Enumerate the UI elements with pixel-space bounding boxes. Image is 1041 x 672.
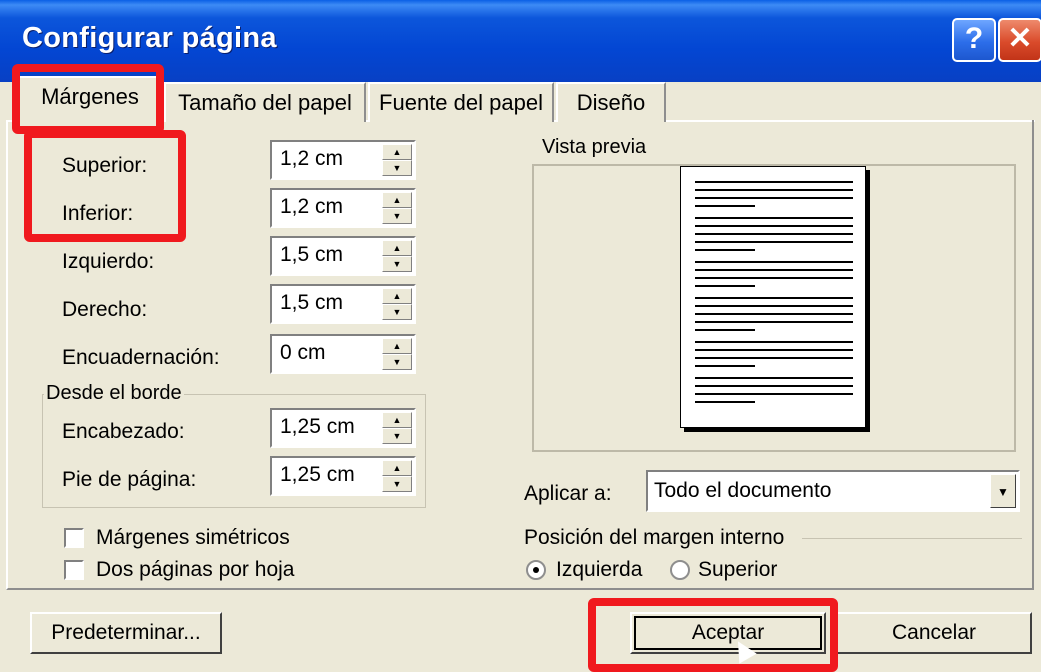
- inferior-value[interactable]: 1,2 cm: [280, 195, 343, 219]
- tab-tamano-papel-label: Tamaño del papel: [178, 90, 352, 115]
- encabezado-spinner[interactable]: 1,25 cm ▲ ▼: [270, 408, 416, 448]
- chevron-down-icon[interactable]: ▼: [990, 474, 1016, 508]
- help-icon[interactable]: ?: [952, 18, 996, 62]
- inferior-spinner[interactable]: 1,2 cm ▲ ▼: [270, 188, 416, 228]
- tab-fuente-papel[interactable]: Fuente del papel: [368, 82, 554, 122]
- margenes-simetricos-label: Márgenes simétricos: [96, 526, 290, 549]
- aplicar-a-label: Aplicar a:: [524, 482, 612, 505]
- encuadernacion-value[interactable]: 0 cm: [280, 341, 326, 365]
- spin-down-icon[interactable]: ▼: [382, 354, 412, 370]
- highlight-aceptar: [588, 598, 838, 672]
- vista-previa-title: Vista previa: [540, 136, 649, 159]
- spin-down-icon[interactable]: ▼: [382, 208, 412, 224]
- spin-down-icon[interactable]: ▼: [382, 428, 412, 444]
- close-icon[interactable]: ✕: [998, 18, 1041, 62]
- pie-pagina-value[interactable]: 1,25 cm: [280, 463, 355, 487]
- predeterminar-button[interactable]: Predeterminar...: [30, 612, 222, 654]
- spin-down-icon[interactable]: ▼: [382, 476, 412, 492]
- dos-paginas-label: Dos páginas por hoja: [96, 558, 295, 581]
- desde-borde-title: Desde el borde: [44, 382, 184, 405]
- gutter-separator: [802, 538, 1022, 539]
- spin-down-icon[interactable]: ▼: [382, 256, 412, 272]
- encabezado-value[interactable]: 1,25 cm: [280, 415, 355, 439]
- derecho-value[interactable]: 1,5 cm: [280, 291, 343, 315]
- aplicar-a-select[interactable]: Todo el documento ▼: [646, 470, 1020, 512]
- window-title: Configurar página: [22, 22, 277, 54]
- tab-diseno[interactable]: Diseño: [556, 82, 666, 122]
- page-preview: [680, 166, 866, 428]
- derecho-spinner[interactable]: 1,5 cm ▲ ▼: [270, 284, 416, 324]
- spin-down-icon[interactable]: ▼: [382, 304, 412, 320]
- pie-pagina-label: Pie de página:: [62, 468, 197, 491]
- gutter-superior-radio[interactable]: [670, 560, 690, 580]
- spin-up-icon[interactable]: ▲: [382, 288, 412, 304]
- superior-spinner[interactable]: 1,2 cm ▲ ▼: [270, 140, 416, 180]
- spin-up-icon[interactable]: ▲: [382, 460, 412, 476]
- izquierdo-label: Izquierdo:: [62, 250, 155, 273]
- encabezado-label: Encabezado:: [62, 420, 185, 443]
- tab-diseno-label: Diseño: [576, 90, 646, 115]
- gutter-izquierda-radio[interactable]: [526, 560, 546, 580]
- tab-tamano-papel[interactable]: Tamaño del papel: [164, 82, 366, 122]
- margenes-simetricos-checkbox[interactable]: [64, 528, 84, 548]
- gutter-title: Posición del margen interno: [524, 526, 785, 549]
- cancelar-button[interactable]: Cancelar: [836, 612, 1032, 654]
- spin-down-icon[interactable]: ▼: [382, 160, 412, 176]
- gutter-izquierda-label: Izquierda: [556, 558, 643, 581]
- superior-value[interactable]: 1,2 cm: [280, 147, 343, 171]
- spin-up-icon[interactable]: ▲: [382, 412, 412, 428]
- encuadernacion-spinner[interactable]: 0 cm ▲ ▼: [270, 334, 416, 374]
- dos-paginas-checkbox[interactable]: [64, 560, 84, 580]
- highlight-margenes-tab: [12, 64, 164, 134]
- aplicar-a-value: Todo el documento: [654, 479, 832, 502]
- highlight-superior-inferior: [24, 130, 186, 242]
- izquierdo-spinner[interactable]: 1,5 cm ▲ ▼: [270, 236, 416, 276]
- gutter-superior-label: Superior: [698, 558, 778, 581]
- spin-up-icon[interactable]: ▲: [382, 240, 412, 256]
- spin-up-icon[interactable]: ▲: [382, 144, 412, 160]
- spin-up-icon[interactable]: ▲: [382, 338, 412, 354]
- tab-fuente-papel-label: Fuente del papel: [379, 90, 543, 115]
- derecho-label: Derecho:: [62, 298, 148, 321]
- spin-up-icon[interactable]: ▲: [382, 192, 412, 208]
- pie-pagina-spinner[interactable]: 1,25 cm ▲ ▼: [270, 456, 416, 496]
- izquierdo-value[interactable]: 1,5 cm: [280, 243, 343, 267]
- encuadernacion-label: Encuadernación:: [62, 346, 220, 369]
